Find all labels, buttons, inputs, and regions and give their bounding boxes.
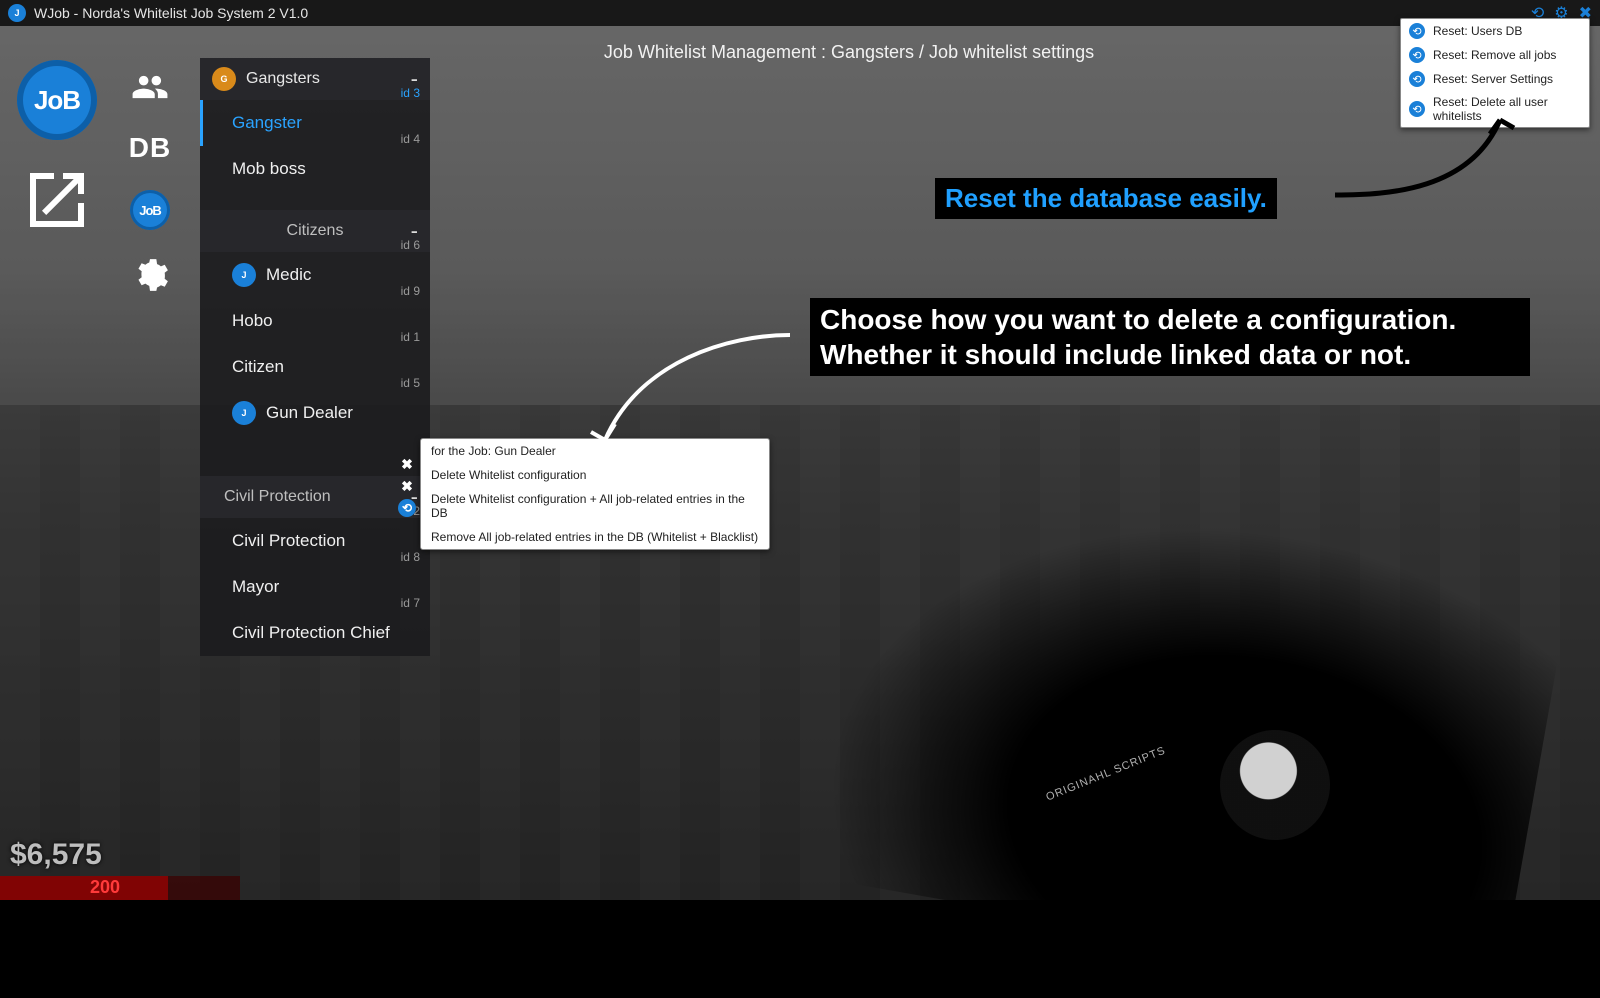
db-icon[interactable]: DB xyxy=(129,132,171,164)
window-titlebar: J WJob - Norda's Whitelist Job System 2 … xyxy=(0,0,1600,26)
refresh-icon: ⟲ xyxy=(1409,71,1425,87)
hud-healthbar: 200 xyxy=(0,876,240,900)
reset-delete-all-whitelists[interactable]: ⟲Reset: Delete all user whitelists xyxy=(1401,91,1589,127)
job-context-menu: for the Job: Gun Dealer Delete Whitelist… xyxy=(420,438,770,550)
hud-money: $6,575 xyxy=(10,838,102,872)
job-icon: J xyxy=(232,401,256,425)
window-title: WJob - Norda's Whitelist Job System 2 V1… xyxy=(34,5,308,21)
job-id: id 3 xyxy=(401,86,420,100)
refresh-icon[interactable]: ⟲ xyxy=(398,499,416,517)
nav-rail: DB JoB xyxy=(120,68,180,294)
group-header-gangsters[interactable]: G Gangsters - xyxy=(200,58,430,100)
job-row-hobo[interactable]: Hobo xyxy=(200,298,430,344)
job-id: id 6 xyxy=(401,238,420,252)
job-row-gundealer[interactable]: J Gun Dealer xyxy=(200,390,430,436)
reset-menu: ⟲Reset: Users DB ⟲Reset: Remove all jobs… xyxy=(1400,18,1590,128)
callout-delete: Choose how you want to delete a configur… xyxy=(810,298,1530,376)
callout-reset: Reset the database easily. xyxy=(935,178,1277,219)
job-id: id 1 xyxy=(401,330,420,344)
ctx-delete-config-and-db[interactable]: Delete Whitelist configuration + All job… xyxy=(421,487,769,525)
job-icon: J xyxy=(232,263,256,287)
job-row-medic[interactable]: J Medic xyxy=(200,252,430,298)
job-id: id 8 xyxy=(401,550,420,564)
ctx-delete-config[interactable]: Delete Whitelist configuration xyxy=(421,463,769,487)
app-logo[interactable]: JoB xyxy=(17,60,97,140)
app-icon: J xyxy=(8,4,26,22)
job-row-mobboss[interactable]: Mob boss xyxy=(200,146,430,192)
breadcrumb: Job Whitelist Management : Gangsters / J… xyxy=(604,42,1094,63)
hud-healthbar-fill xyxy=(0,876,168,900)
job-id: id 7 xyxy=(401,596,420,610)
job-row-citizen[interactable]: Citizen xyxy=(200,344,430,390)
reset-server-settings[interactable]: ⟲Reset: Server Settings xyxy=(1401,67,1589,91)
hud-health-value: 200 xyxy=(90,877,120,898)
job-row-civilprotectionchief[interactable]: Civil Protection Chief xyxy=(200,610,430,656)
group-header-citizens[interactable]: Citizens - xyxy=(200,210,430,252)
refresh-icon: ⟲ xyxy=(1409,47,1425,63)
users-icon[interactable] xyxy=(131,68,169,106)
reset-users-db[interactable]: ⟲Reset: Users DB xyxy=(1401,19,1589,43)
job-row-civilprotection[interactable]: Civil Protection xyxy=(200,518,430,564)
left-rail: JoB xyxy=(12,60,102,240)
jobs-icon[interactable]: JoB xyxy=(130,190,170,230)
refresh-icon: ⟲ xyxy=(1409,23,1425,39)
job-row-mayor[interactable]: Mayor xyxy=(200,564,430,610)
tools-icon[interactable] xyxy=(131,256,169,294)
group-icon: G xyxy=(212,67,236,91)
delete-icon[interactable]: ✖ xyxy=(398,455,416,473)
export-icon[interactable] xyxy=(17,160,97,240)
job-id: id 5 xyxy=(401,376,420,390)
ctx-remove-db-entries[interactable]: Remove All job-related entries in the DB… xyxy=(421,525,769,549)
delete-icon[interactable]: ✖ xyxy=(398,477,416,495)
job-id: id 9 xyxy=(401,284,420,298)
job-panel: G Gangsters - id 3 Gangster id 4 Mob bos… xyxy=(200,58,430,656)
group-header-civilprotection[interactable]: Civil Protection - xyxy=(200,476,430,518)
job-row-gangster[interactable]: Gangster xyxy=(200,100,430,146)
ctx-title: for the Job: Gun Dealer xyxy=(421,439,769,463)
reset-remove-all-jobs[interactable]: ⟲Reset: Remove all jobs xyxy=(1401,43,1589,67)
job-id: id 4 xyxy=(401,132,420,146)
ctx-icons: ✖ ✖ ⟲ xyxy=(398,455,416,517)
refresh-icon: ⟲ xyxy=(1409,101,1425,117)
